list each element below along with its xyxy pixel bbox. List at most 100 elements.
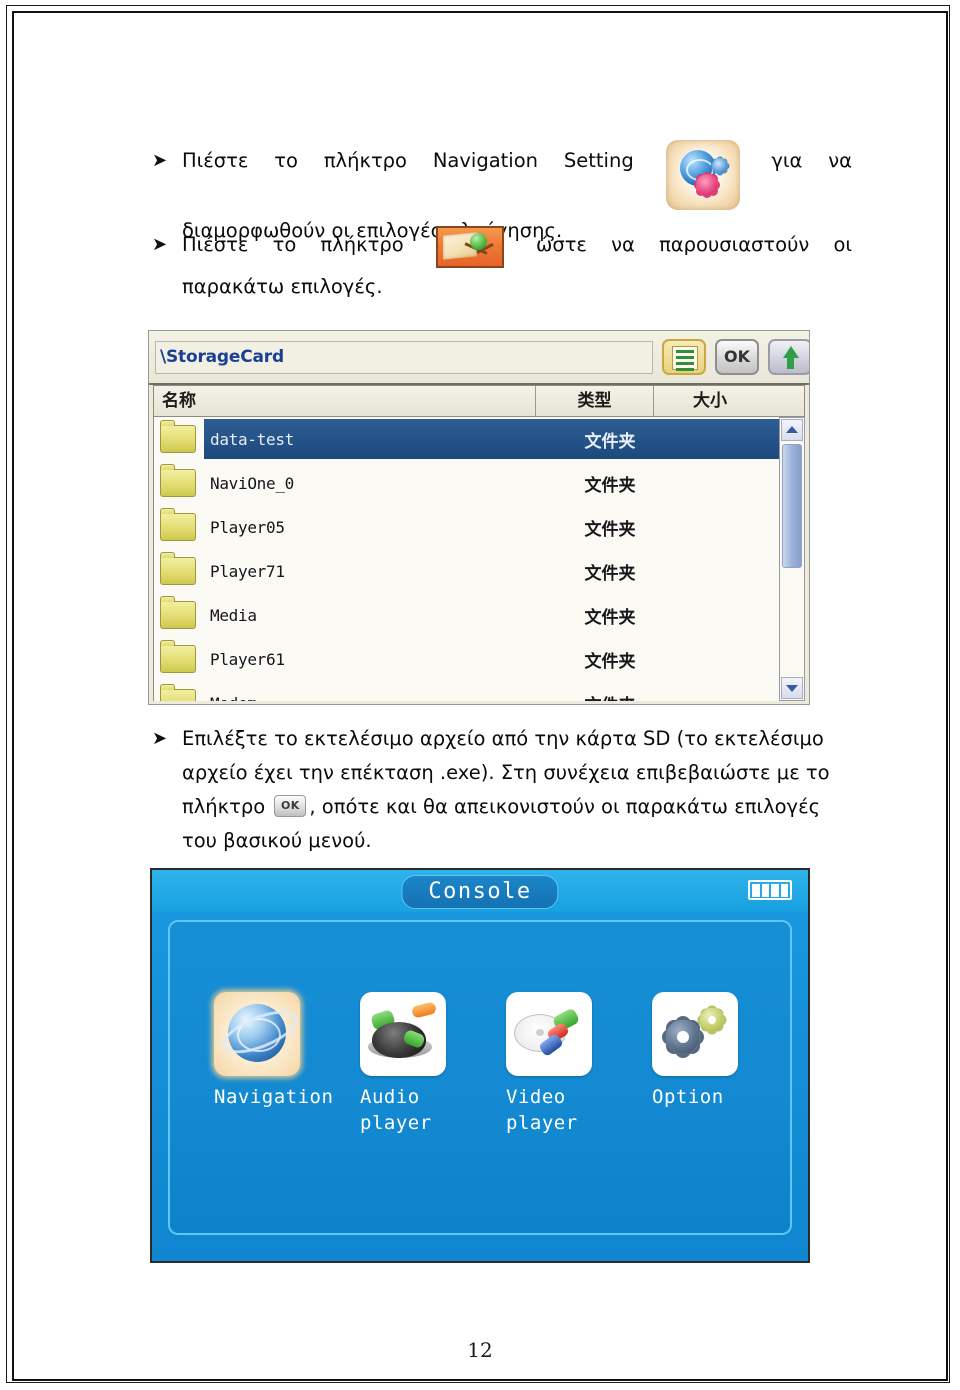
column-header-size[interactable]: 大小	[654, 386, 766, 416]
bullet-1-word-6: για	[771, 149, 803, 172]
console-screenshot: Console Navigation Audio player Video pl…	[150, 868, 810, 1263]
bullet-1-word-4: Navigation	[432, 149, 539, 172]
bullet-1-word-2: το	[274, 149, 298, 172]
bullet-3-line-3-pre: πλήκτρο	[182, 795, 266, 818]
console-menu-grid: Navigation Audio player Video player Opt…	[214, 992, 774, 1136]
list-view-icon[interactable]	[662, 339, 706, 375]
column-header-type[interactable]: 类型	[536, 386, 654, 416]
bullet-2-word-4: ώστε	[536, 233, 587, 256]
gear-large-shape	[666, 1020, 700, 1054]
bullet-2-word-2: το	[272, 233, 297, 256]
file-name: Player05	[210, 517, 285, 537]
audio-orange-shape	[410, 1001, 438, 1019]
bullet-2-word-3: πλήκτρο	[320, 233, 404, 256]
folder-icon	[160, 508, 196, 541]
bullet-3-line-3: πλήκτρο OK, οπότε και θα απεικονιστούν ο…	[182, 790, 852, 824]
scroll-up-icon[interactable]	[781, 419, 803, 441]
vertical-scrollbar[interactable]	[779, 417, 805, 701]
up-arrow-shaft	[787, 357, 794, 369]
bullet-paragraph-3: ➤ Επιλέξτε το εκτελέσιμο αρχείο από την …	[152, 722, 852, 858]
bullet-3-line-1: Επιλέξτε το εκτελέσιμο αρχείο από την κά…	[182, 727, 824, 750]
bullet-3-line-2: αρχείο έχει την επέκταση .exe). Στη συνέ…	[182, 761, 830, 784]
ok-key-icon: OK	[274, 794, 307, 817]
bullet-1-word-7: να	[828, 149, 852, 172]
folder-icon	[160, 552, 196, 585]
gear-small-shape	[700, 1008, 724, 1032]
scroll-down-icon[interactable]	[781, 677, 803, 699]
audio-player-icon[interactable]	[360, 992, 446, 1076]
bullet-2-word-5: να	[611, 233, 635, 256]
up-arrow-icon[interactable]	[768, 339, 809, 375]
file-name: Player71	[210, 561, 285, 581]
bullet-3-line-3-post: , οπότε και θα απεικονιστούν οι παρακάτω…	[309, 795, 821, 818]
file-type: 文件夹	[584, 563, 636, 584]
menu-label-video-player: Video player	[506, 1086, 578, 1134]
bullet-1-word-1: Πιέστε	[182, 149, 249, 172]
menu-item-audio-player[interactable]: Audio player	[360, 992, 470, 1136]
file-name: Media	[210, 605, 257, 625]
menu-item-video-player[interactable]: Video player	[506, 992, 616, 1136]
bullet-2-word-7: οι	[833, 233, 852, 256]
video-player-icon[interactable]	[506, 992, 592, 1076]
map-navigation-icon	[435, 226, 504, 268]
console-title: Console	[401, 875, 559, 909]
ok-button[interactable]: OK	[715, 339, 759, 375]
bullet-1-line-1: Πιέστε το πλήκτρο Navigation Setting για…	[182, 140, 852, 214]
menu-item-navigation[interactable]: Navigation	[214, 992, 334, 1136]
menu-item-option[interactable]: Option	[652, 992, 762, 1136]
menu-label-navigation: Navigation	[214, 1086, 334, 1108]
file-type: 文件夹	[584, 475, 636, 496]
file-type: 文件夹	[540, 691, 680, 702]
file-type: 文件夹	[584, 519, 636, 540]
console-titlebar: Console	[152, 870, 808, 912]
table-row[interactable]: Modem 文件夹	[154, 681, 804, 701]
bullet-1-word-5: Setting	[563, 149, 634, 172]
table-row[interactable]: Player61 文件夹	[154, 637, 804, 681]
navigation-setting-icon	[665, 140, 740, 210]
bullet-2-line-1: Πιέστε το πλήκτρο ώστε να παρουσιαστούν …	[182, 226, 852, 270]
folder-icon	[160, 640, 196, 673]
document-page: ➤ Πιέστε το πλήκτρο Navigation Setting γ…	[0, 0, 960, 1390]
menu-label-audio-player: Audio player	[360, 1086, 432, 1134]
file-name: data-test	[210, 429, 294, 449]
folder-icon	[160, 464, 196, 497]
folder-icon	[160, 420, 196, 453]
table-row[interactable]: Media 文件夹	[154, 593, 804, 637]
bullet-2-line-2: παρακάτω επιλογές.	[182, 275, 383, 298]
file-type: 文件夹	[584, 651, 636, 672]
file-name: Modem	[210, 694, 540, 702]
file-type: 文件夹	[584, 431, 636, 452]
menu-label-option: Option	[652, 1086, 724, 1108]
gear-pink-shape	[695, 174, 718, 196]
path-input[interactable]: \StorageCard	[155, 341, 653, 374]
list-view-sheet	[672, 346, 698, 371]
file-list-header: 名称 类型 大小	[153, 385, 805, 417]
file-manager-screenshot: \StorageCard OK 名称 类型 大小 data-test 文件夹 N…	[148, 330, 810, 705]
table-row[interactable]: data-test 文件夹	[154, 417, 804, 461]
folder-icon	[160, 684, 196, 701]
bullet-3-line-4: του βασικού μενού.	[182, 829, 372, 852]
option-gears-icon[interactable]	[652, 992, 738, 1076]
folder-icon	[160, 596, 196, 629]
globe-navigation-icon[interactable]	[214, 992, 300, 1076]
column-header-name[interactable]: 名称	[154, 386, 536, 416]
table-row[interactable]: Player71 文件夹	[154, 549, 804, 593]
table-row[interactable]: Player05 文件夹	[154, 505, 804, 549]
page-number: 12	[467, 1338, 493, 1362]
bullet-paragraph-2: ➤ Πιέστε το πλήκτρο ώστε να παρουσιαστού…	[152, 226, 852, 304]
bullet-2-word-1: Πιέστε	[182, 233, 249, 256]
file-type: 文件夹	[584, 607, 636, 628]
file-list[interactable]: data-test 文件夹 NaviOne_0 文件夹 Player05 文件夹…	[153, 417, 805, 701]
file-name: NaviOne_0	[210, 473, 294, 493]
map-pin-shape	[469, 233, 487, 250]
battery-icon	[748, 880, 792, 900]
file-manager-toolbar: \StorageCard OK	[149, 331, 809, 385]
bullet-marker-3: ➤	[152, 728, 168, 749]
gear-blue-shape	[711, 158, 728, 174]
bullet-marker-1: ➤	[152, 150, 168, 171]
bullet-2-word-6: παρουσιαστούν	[659, 233, 810, 256]
table-row[interactable]: NaviOne_0 文件夹	[154, 461, 804, 505]
bullet-1-word-3: πλήκτρο	[323, 149, 407, 172]
bullet-marker-2: ➤	[152, 234, 168, 255]
scrollbar-thumb[interactable]	[782, 444, 802, 568]
